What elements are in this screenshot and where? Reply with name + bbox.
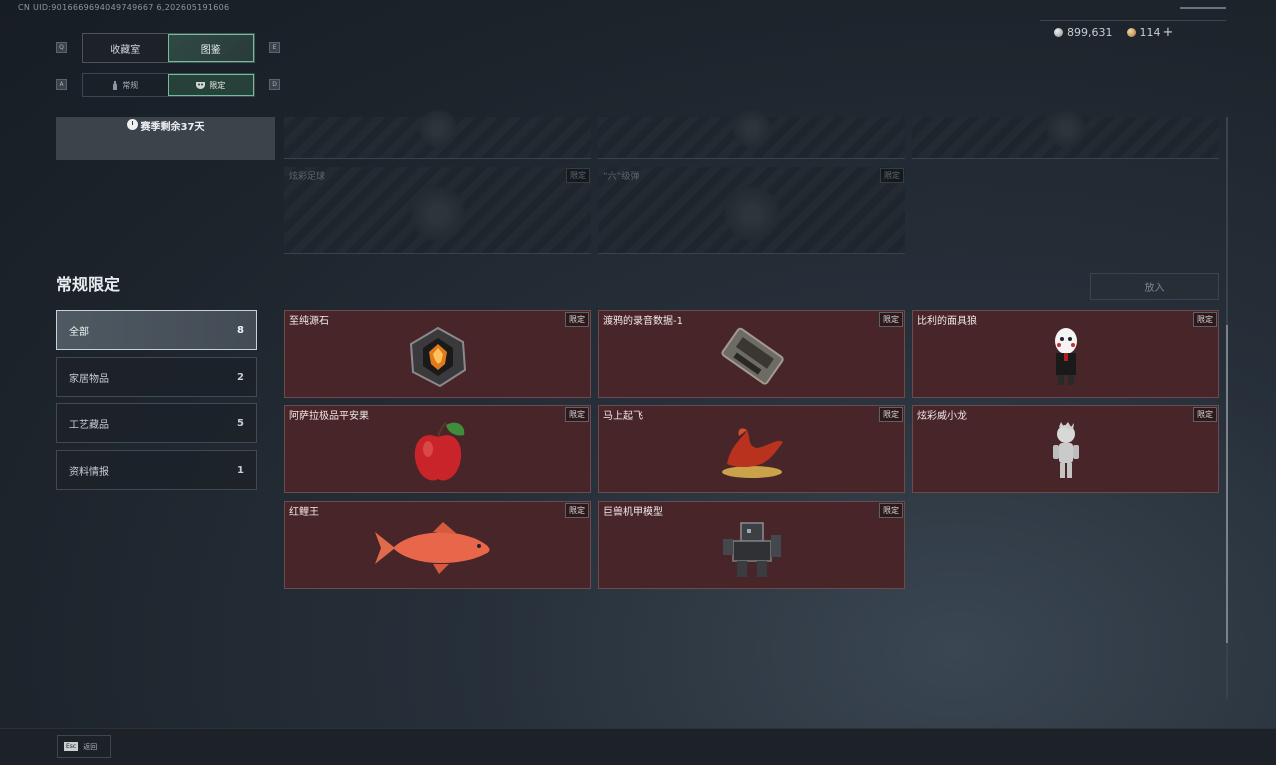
silver-amount: 899,631 [1067, 25, 1113, 39]
limited-badge: 限定 [879, 503, 903, 518]
section-title: 常规限定 [56, 275, 121, 294]
silver-coin-icon [1054, 27, 1063, 37]
limited-badge: 限定 [879, 407, 903, 422]
item-card[interactable]: 炫彩威小龙 限定 [912, 405, 1219, 493]
tab-catalog[interactable]: 图鉴 [167, 34, 254, 62]
item-card[interactable]: 比利的面具狼 限定 [912, 310, 1219, 398]
locked-slot[interactable] [912, 109, 1219, 159]
category-home[interactable]: 家居物品 2 [56, 357, 257, 397]
subtab-limited[interactable]: 限定 [167, 74, 254, 96]
figure-icon [1052, 422, 1079, 479]
esc-key-icon: Esc [64, 742, 79, 751]
category-label: 工艺藏品 [69, 419, 109, 431]
vase-icon [113, 80, 118, 90]
user-uid: CN UID:9016669694049749667 6,20260519160… [18, 3, 230, 12]
subtab-regular-label: 常规 [122, 80, 139, 90]
item-card[interactable]: 红鲤王 限定 [284, 501, 591, 589]
category-intel[interactable]: 资料情报 1 [56, 450, 257, 490]
item-name: 比利的面具狼 [917, 316, 977, 327]
category-all[interactable]: 全部 8 [56, 310, 257, 350]
back-label: 返回 [83, 742, 98, 751]
main-tabs: 收藏室 图鉴 [82, 33, 255, 63]
limited-badge: 限定 [879, 312, 903, 327]
locked-slot[interactable] [598, 109, 905, 159]
locked-item-icon [1045, 109, 1086, 150]
category-count: 2 [237, 371, 244, 383]
clock-icon [126, 119, 138, 130]
sub-tabs: 常规 限定 [82, 73, 255, 97]
item-card[interactable]: 渡鸦的录音数据-1 限定 [598, 310, 905, 398]
locked-item-icon [731, 109, 772, 150]
subtab-regular[interactable]: 常规 [83, 74, 168, 96]
item-card[interactable]: 阿萨拉极品平安果 限定 [284, 405, 591, 493]
category-crafts[interactable]: 工艺藏品 5 [56, 403, 257, 443]
fish-icon [374, 522, 489, 575]
category-count: 5 [237, 417, 244, 429]
apple-icon [414, 422, 464, 481]
item-name: 马上起飞 [603, 411, 643, 422]
tab-collection[interactable]: 收藏室 [83, 34, 168, 62]
category-count: 1 [237, 464, 244, 476]
season-remaining: 赛季剩余37天 [140, 122, 205, 133]
locked-item-icon [722, 185, 781, 244]
locked-slot[interactable]: “六”级弹 限定 [598, 167, 905, 254]
category-label: 全部 [69, 326, 89, 338]
item-name: 巨兽机甲模型 [603, 507, 663, 518]
limited-badge: 限定 [565, 503, 589, 518]
hotkey-e: E [269, 42, 280, 53]
hotkey-d: D [269, 79, 280, 90]
item-card[interactable]: 马上起飞 限定 [598, 405, 905, 493]
slot-name: “六”级弹 [603, 172, 640, 182]
item-name: 渡鸦的录音数据-1 [603, 316, 683, 327]
category-label: 资料情报 [69, 466, 109, 478]
category-label: 家居物品 [69, 373, 109, 385]
crystal-icon [409, 327, 466, 388]
hotkey-a: A [56, 79, 67, 90]
locked-slot[interactable] [284, 109, 591, 159]
back-button[interactable]: Esc 返回 [57, 735, 111, 758]
item-name: 红鲤王 [289, 507, 319, 518]
subtab-limited-label: 限定 [209, 80, 226, 90]
category-count: 8 [237, 324, 244, 336]
item-name: 阿萨拉极品平安果 [289, 411, 369, 422]
locked-slot[interactable]: 炫彩足球 限定 [284, 167, 591, 254]
currency-bar: 899,631 114 + [1040, 21, 1173, 43]
limited-badge: 限定 [565, 407, 589, 422]
item-name: 至纯源石 [289, 316, 329, 327]
mech-icon [722, 522, 781, 578]
locked-item-icon [417, 109, 458, 150]
bronze-amount: 114 [1139, 25, 1161, 39]
add-currency-icon[interactable]: + [1163, 25, 1174, 40]
limited-badge: 限定 [1193, 407, 1217, 422]
limited-badge: 限定 [566, 168, 590, 183]
limited-badge: 限定 [565, 312, 589, 327]
top-indicator [1180, 7, 1226, 9]
puppet-icon [1054, 328, 1077, 386]
horse-icon [721, 428, 783, 479]
item-card[interactable]: 巨兽机甲模型 限定 [598, 501, 905, 589]
limited-badge: 限定 [1193, 312, 1217, 327]
footer-bar [0, 728, 1276, 765]
slot-name: 炫彩足球 [289, 172, 326, 182]
bronze-currency: 114 + [1126, 25, 1174, 40]
item-card[interactable]: 至纯源石 限定 [284, 310, 591, 398]
tape-icon [720, 328, 784, 386]
scrollbar-thumb[interactable] [1226, 325, 1228, 643]
item-name: 炫彩威小龙 [917, 411, 967, 422]
locked-item-icon [408, 185, 467, 244]
silver-currency: 899,631 [1054, 26, 1113, 39]
mask-icon [196, 82, 206, 89]
add-button[interactable]: 放入 [1090, 273, 1219, 300]
limited-badge: 限定 [880, 168, 904, 183]
bronze-coin-icon [1126, 27, 1136, 37]
season-timer: 赛季剩余37天 [56, 117, 275, 160]
hotkey-q: Q [56, 42, 67, 53]
